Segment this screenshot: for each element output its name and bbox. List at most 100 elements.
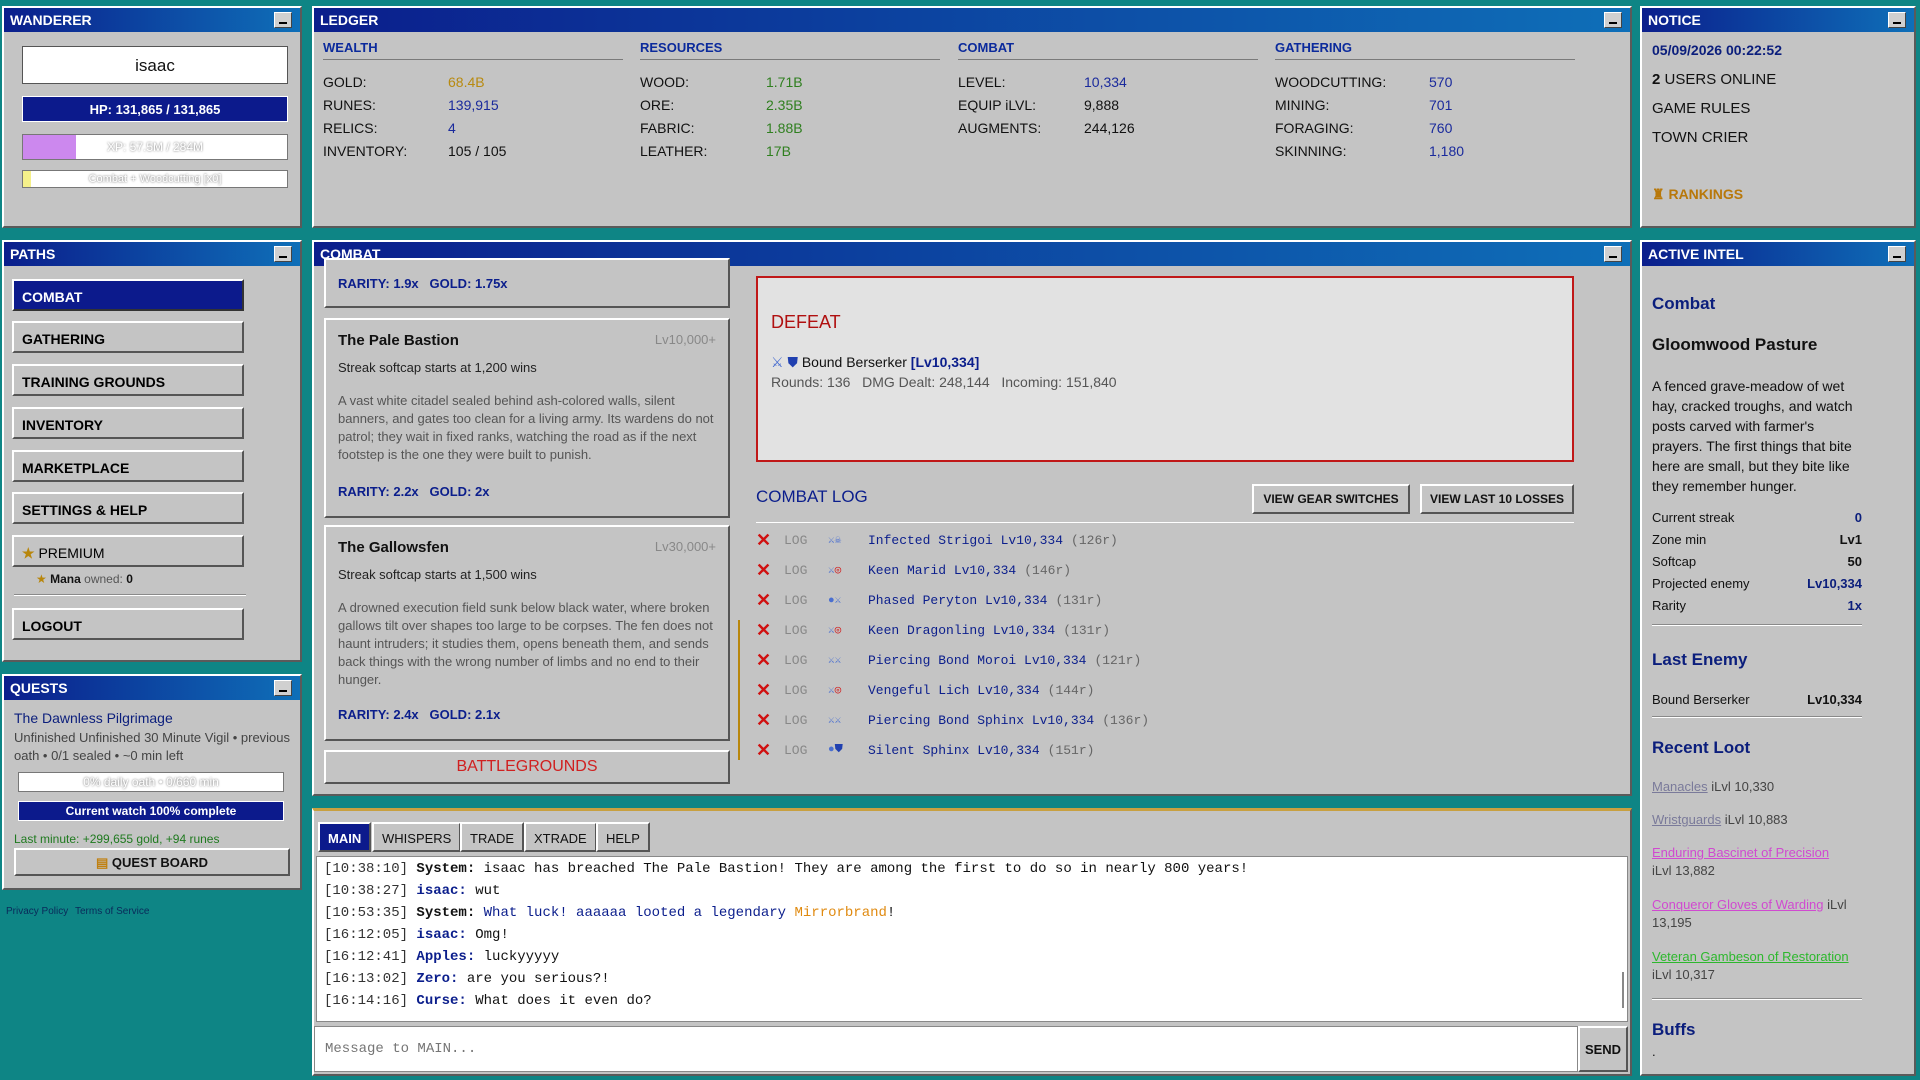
shield-icon: ●⛊ <box>828 744 843 756</box>
premium-label: PREMIUM <box>38 545 105 561</box>
log-entry[interactable]: ✕ LOG ⚔⚔ Piercing Bond Moroi Lv10,334 (121r) <box>756 650 1141 670</box>
rankings-link[interactable]: ♜ RANKINGS <box>1652 186 1743 203</box>
loot-name[interactable]: Wristguards <box>1652 812 1721 827</box>
ledger-label: FABRIC: <box>640 120 695 136</box>
chat-sender[interactable]: Apples: <box>416 949 475 965</box>
chat-timestamp: [16:13:02] <box>324 971 409 987</box>
intel-stat: Projected enemy Lv10,334 <box>1652 576 1862 591</box>
chat-sender[interactable]: isaac: <box>416 927 466 943</box>
log-entry[interactable]: ✕ LOG ⚔◎ Vengeful Lich Lv10,334 (144r) <box>756 680 1094 700</box>
sword-icon: ⚔⚔ <box>828 655 842 667</box>
chat-sender[interactable]: System: <box>416 905 475 921</box>
view-gear-switches-button[interactable]: VIEW GEAR SWITCHES <box>1252 484 1410 514</box>
chat-sender[interactable]: System: <box>416 861 475 877</box>
skull-icon: ⚔☠ <box>828 535 842 547</box>
chat-line: [16:12:41] Apples: luckyyyyy <box>324 949 559 965</box>
log-entry[interactable]: ✕ LOG ⚔⚔ Piercing Bond Sphinx Lv10,334 (136r… <box>756 710 1149 730</box>
log-tag[interactable]: LOG <box>784 743 828 758</box>
loot-item[interactable]: Manacles iLvl 10,330 <box>1652 778 1868 796</box>
nav-gathering[interactable]: GATHERING <box>12 321 244 353</box>
nav-training-grounds[interactable]: TRAINING GROUNDS <box>12 364 244 396</box>
wanderer-panel: WANDERER isaac HP: 131,865 / 131,865 XP:… <box>2 6 302 228</box>
chat-sender[interactable]: isaac: <box>416 883 466 899</box>
stat-label: Softcap <box>1652 554 1697 569</box>
chat-text: What luck! aaaaaa looted a legendary <box>475 905 795 921</box>
recent-loot-heading: Recent Loot <box>1652 738 1751 757</box>
zone-list-scrollbar[interactable] <box>738 620 740 760</box>
logout-button[interactable]: LOGOUT <box>12 608 244 640</box>
chat-tab-help[interactable]: HELP <box>596 822 650 852</box>
last-minute-gains: Last minute: +299,655 gold, +94 runes <box>14 832 220 846</box>
loot-name[interactable]: Enduring Bascinet of Precision <box>1652 845 1829 860</box>
log-tag[interactable]: LOG <box>784 563 828 578</box>
active-intel-title: ACTIVE INTEL <box>1642 242 1914 266</box>
minimize-button[interactable] <box>1604 246 1622 262</box>
log-entry[interactable]: ✕ LOG ●⛊ Silent Sphinx Lv10,334 (151r) <box>756 740 1094 760</box>
chat-tab-trade[interactable]: TRADE <box>460 822 525 852</box>
log-entry[interactable]: ✕ LOG ⚔◎ Keen Marid Lv10,334 (146r) <box>756 560 1071 580</box>
loss-icon: ✕ <box>756 559 772 580</box>
chat-tab-whispers[interactable]: WHISPERS <box>372 822 462 852</box>
chat-tab-main[interactable]: MAIN <box>318 822 372 852</box>
zone-card[interactable]: The Gallowsfen Lv30,000+ Streak softcap … <box>324 525 730 741</box>
zone-name: The Gallowsfen <box>338 539 449 556</box>
quest-board-button[interactable]: ▤ QUEST BOARD <box>14 848 290 876</box>
nav-marketplace[interactable]: MARKETPLACE <box>12 450 244 482</box>
chat-scrollbar[interactable] <box>1622 972 1624 1008</box>
log-tag[interactable]: LOG <box>784 533 828 548</box>
chat-text-end: ! <box>886 905 896 921</box>
loot-name[interactable]: Manacles <box>1652 779 1708 794</box>
view-last-losses-button[interactable]: VIEW LAST 10 LOSSES <box>1420 484 1574 514</box>
game-rules-link[interactable]: GAME RULES <box>1652 100 1750 117</box>
combat-heading: COMBAT <box>958 40 1258 60</box>
chat-line: [16:13:02] Zero: are you serious?! <box>324 971 610 987</box>
nav-inventory[interactable]: INVENTORY <box>12 407 244 439</box>
ledger-label: SKINNING: <box>1275 143 1347 159</box>
chat-sender[interactable]: Curse: <box>416 993 466 1009</box>
loot-item[interactable]: Enduring Bascinet of Precision iLvl 13,88… <box>1652 844 1868 880</box>
town-crier-link[interactable]: TOWN CRIER <box>1652 129 1748 146</box>
chat-input[interactable] <box>314 1026 1578 1072</box>
log-tag[interactable]: LOG <box>784 623 828 638</box>
log-tag[interactable]: LOG <box>784 593 828 608</box>
zone-card[interactable]: The Pale Bastion Lv10,000+ Streak softca… <box>324 318 730 518</box>
nav-settings-help[interactable]: SETTINGS & HELP <box>12 492 244 524</box>
log-entry[interactable]: ✕ LOG ⚔☠ Infected Strigoi Lv10,334 (126r) <box>756 530 1118 550</box>
send-button[interactable]: SEND <box>1578 1026 1628 1072</box>
nav-combat[interactable]: COMBAT <box>12 279 244 311</box>
log-tag[interactable]: LOG <box>784 653 828 668</box>
stat-value: Lv1 <box>1839 532 1862 547</box>
loot-item[interactable]: Wristguards iLvl 10,883 <box>1652 811 1868 829</box>
log-entry[interactable]: ✕ LOG ●⚔ Phased Peryton Lv10,334 (131r) <box>756 590 1102 610</box>
users-online[interactable]: 2 USERS ONLINE <box>1652 71 1776 88</box>
minimize-button[interactable] <box>1888 12 1906 28</box>
zone-card[interactable]: RARITY: 1.9x GOLD: 1.75x <box>324 258 730 308</box>
minimize-button[interactable] <box>274 680 292 696</box>
wealth-heading: WEALTH <box>323 40 623 60</box>
quest-name[interactable]: The Dawnless Pilgrimage <box>14 710 173 726</box>
minimize-button[interactable] <box>1604 12 1622 28</box>
zone-multipliers: RARITY: 2.4x GOLD: 2.1x <box>338 707 500 722</box>
log-entry[interactable]: ✕ LOG ⚔◎ Keen Dragonling Lv10,334 (131r) <box>756 620 1110 640</box>
stat-label: Rarity <box>1652 598 1686 613</box>
loot-item[interactable]: Conqueror Gloves of Warding iLvl 13,195 <box>1652 896 1868 932</box>
incoming-value: 151,840 <box>1065 374 1117 390</box>
terms-link[interactable]: Terms of Service <box>75 906 149 917</box>
loot-name[interactable]: Veteran Gambeson of Restoration <box>1652 949 1849 964</box>
chat-tab-xtrade[interactable]: XTRADE <box>524 822 597 852</box>
minimize-button[interactable] <box>274 246 292 262</box>
target-icon: ⚔◎ <box>828 685 842 697</box>
log-tag[interactable]: LOG <box>784 683 828 698</box>
chat-sender[interactable]: Zero: <box>416 971 458 987</box>
log-tag[interactable]: LOG <box>784 713 828 728</box>
battlegrounds-button[interactable]: BATTLEGROUNDS <box>324 750 730 784</box>
minimize-button[interactable] <box>274 12 292 28</box>
loot-item[interactable]: Veteran Gambeson of Restoration iLvl 10,3… <box>1652 948 1868 984</box>
legendary-item[interactable]: Mirrorbrand <box>795 905 887 921</box>
incoming-label: Incoming: <box>1001 374 1063 390</box>
privacy-policy-link[interactable]: Privacy Policy <box>6 906 68 917</box>
loot-name[interactable]: Conqueror Gloves of Warding <box>1652 897 1824 912</box>
minimize-button[interactable] <box>1888 246 1906 262</box>
nav-premium[interactable]: ★ PREMIUM <box>12 535 244 567</box>
chat-line: [16:12:05] isaac: Omg! <box>324 927 509 943</box>
